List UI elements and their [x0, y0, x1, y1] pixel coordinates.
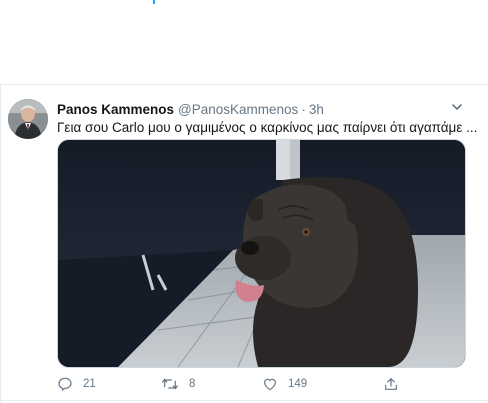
header-separator: ·	[301, 101, 306, 117]
tweet-card[interactable]: Panos Kammenos @PanosKammenos · 3h Γεια …	[0, 85, 488, 400]
chevron-down-icon[interactable]	[450, 100, 464, 114]
author-handle[interactable]: @PanosKammenos	[178, 102, 298, 117]
tweet-actions: 21 8 149	[57, 374, 467, 394]
dog-photo	[58, 140, 465, 367]
tweet-timestamp[interactable]: 3h	[309, 102, 324, 117]
retweet-button[interactable]: 8	[161, 374, 195, 394]
avatar-photo	[8, 99, 48, 139]
share-button[interactable]	[383, 374, 399, 394]
reply-icon	[58, 377, 72, 391]
reply-button[interactable]: 21	[57, 374, 96, 394]
retweet-icon	[162, 378, 178, 390]
share-icon	[385, 378, 397, 390]
heart-icon	[264, 378, 276, 391]
reply-count: 21	[83, 378, 96, 390]
avatar[interactable]	[8, 99, 48, 139]
author-name[interactable]: Panos Kammenos	[57, 102, 174, 117]
top-accent-mark	[153, 0, 155, 4]
like-button[interactable]: 149	[262, 374, 307, 394]
retweet-count: 8	[189, 378, 196, 390]
tweet-bottom-divider	[0, 400, 488, 401]
like-count: 149	[288, 378, 308, 390]
tweet-header: Panos Kammenos @PanosKammenos · 3h	[57, 100, 324, 118]
tweet-text: Γεια σου Carlo μου ο γαμιμένος ο καρκίνο…	[57, 120, 478, 135]
tweet-photo[interactable]	[57, 139, 466, 368]
